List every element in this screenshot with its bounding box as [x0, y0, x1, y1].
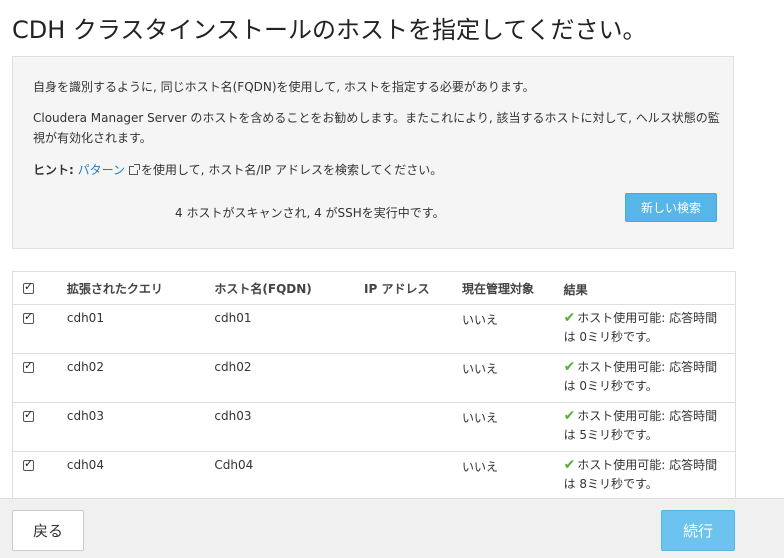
- check-icon: ✔: [563, 310, 576, 326]
- row-checkbox[interactable]: [23, 408, 34, 422]
- host-table: 拡張されたクエリ ホスト名(FQDN) IP アドレス 現在管理対象 結果 cd…: [12, 271, 736, 501]
- result-text-2: は 5ミリ秒です。: [563, 428, 658, 442]
- row-query: cdh04: [66, 451, 215, 501]
- row-query: cdh03: [66, 402, 215, 452]
- info-panel: 自身を識別するように, 同じホスト名(FQDN)を使用して, ホストを指定する必…: [12, 56, 734, 249]
- result-text: ホスト使用可能: 応答時間: [577, 360, 718, 374]
- check-icon: ✔: [563, 408, 576, 424]
- row-managed: いいえ: [461, 451, 564, 501]
- table-row: cdh03 cdh03 いいえ ✔ホスト使用可能: 応答時間は 5ミリ秒です。: [12, 402, 736, 452]
- select-all-cell: [12, 271, 67, 305]
- result-text: ホスト使用可能: 応答時間: [577, 458, 718, 472]
- new-search-button[interactable]: 新しい検索: [625, 193, 717, 222]
- row-result: ✔ ホスト使用可能: 応答時間は 0ミリ秒です。: [563, 304, 736, 354]
- table-row: cdh01 cdh01 いいえ ✔ホスト使用可能: 応答時間は 0ミリ秒です。: [12, 304, 736, 354]
- select-all-checkbox[interactable]: [23, 280, 34, 294]
- row-managed: いいえ: [461, 353, 564, 403]
- pattern-link[interactable]: パターン: [78, 163, 125, 177]
- hint-text: を使用して, ホスト名/IP アドレスを検索してください。: [141, 163, 443, 177]
- header-query[interactable]: 拡張されたクエリ: [66, 271, 215, 305]
- ip-redacted: [364, 458, 450, 500]
- table-row: cdh04 Cdh04 いいえ ✔ホスト使用可能: 応答時間は 8ミリ秒です。: [12, 451, 736, 501]
- row-result: ✔ ホスト使用可能: 応答時間は 5ミリ秒です。: [563, 402, 736, 452]
- footer-bar: 戻る 続行: [0, 498, 784, 558]
- result-text-2: は 0ミリ秒です。: [563, 330, 658, 344]
- ip-redacted: [364, 409, 450, 451]
- result-text: ホスト使用可能: 応答時間: [577, 311, 718, 325]
- row-result: ✔ ホスト使用可能: 応答時間は 0ミリ秒です。: [563, 353, 736, 403]
- external-link-icon[interactable]: [129, 164, 141, 175]
- header-managed[interactable]: 現在管理対象: [461, 271, 564, 305]
- page-title: CDH クラスタインストールのホストを指定してください。: [12, 16, 647, 44]
- row-query: cdh02: [66, 353, 215, 403]
- hint-line: ヒント: パターン を使用して, ホスト名/IP アドレスを検索してください。: [33, 160, 442, 180]
- row-checkbox[interactable]: [23, 359, 34, 373]
- row-result: ✔ ホスト使用可能: 応答時間は 8ミリ秒です。: [563, 451, 736, 501]
- row-checkbox[interactable]: [23, 457, 34, 471]
- result-text-2: は 8ミリ秒です。: [563, 477, 658, 491]
- table-row: cdh02 cdh02 いいえ ✔ホスト使用可能: 応答時間は 0ミリ秒です。: [12, 353, 736, 403]
- row-hostname: Cdh04: [214, 451, 364, 501]
- check-icon: ✔: [563, 359, 576, 375]
- ip-redacted: [364, 311, 450, 353]
- header-hostname[interactable]: ホスト名(FQDN): [214, 271, 364, 305]
- result-text: ホスト使用可能: 応答時間: [577, 409, 718, 423]
- header-result[interactable]: 結果: [563, 271, 736, 305]
- row-hostname: cdh01: [214, 304, 364, 354]
- result-text-2: は 0ミリ秒です。: [563, 379, 658, 393]
- back-button[interactable]: 戻る: [12, 510, 84, 551]
- row-checkbox[interactable]: [23, 310, 34, 324]
- continue-button[interactable]: 続行: [661, 510, 735, 551]
- info-cm-server-note: Cloudera Manager Server のホストを含めることをお勧めしま…: [33, 111, 720, 145]
- ip-redacted: [364, 360, 450, 402]
- table-header-row: 拡張されたクエリ ホスト名(FQDN) IP アドレス 現在管理対象 結果: [12, 271, 736, 305]
- hint-label: ヒント:: [33, 163, 74, 177]
- check-icon: ✔: [563, 457, 576, 473]
- row-query: cdh01: [66, 304, 215, 354]
- scan-status: 4 ホストがスキャンされ, 4 がSSHを実行中です。: [175, 206, 445, 220]
- row-managed: いいえ: [461, 304, 564, 354]
- row-hostname: cdh03: [214, 402, 364, 452]
- info-fqdn-note: 自身を識別するように, 同じホスト名(FQDN)を使用して, ホストを指定する必…: [33, 80, 535, 94]
- header-ip[interactable]: IP アドレス: [364, 271, 462, 305]
- row-hostname: cdh02: [214, 353, 364, 403]
- row-managed: いいえ: [461, 402, 564, 452]
